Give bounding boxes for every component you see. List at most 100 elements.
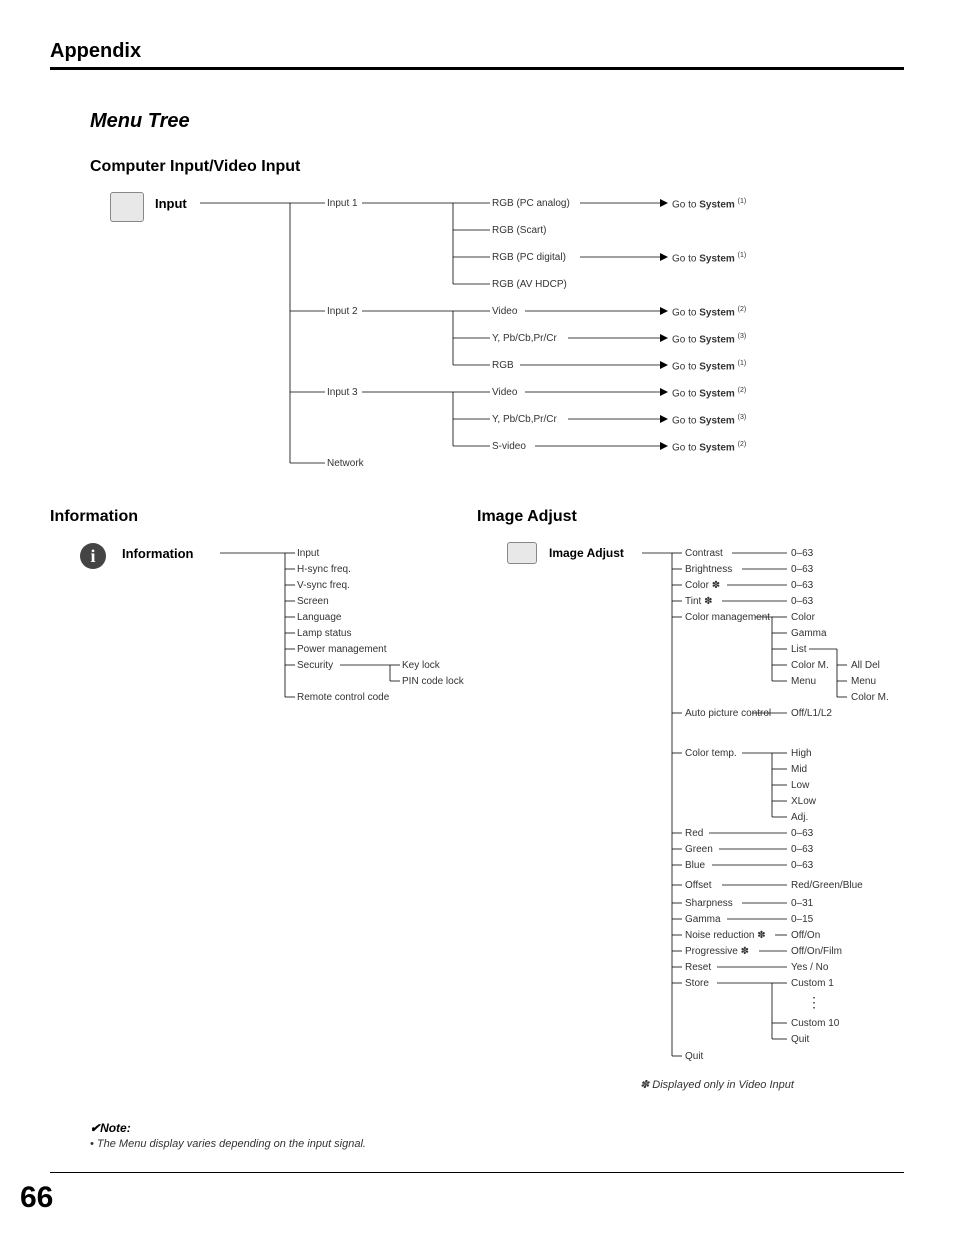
menu-tree-heading: Menu Tree: [90, 110, 904, 133]
goto-system-2: Go to System (1): [672, 252, 746, 264]
footer-rule: [50, 1172, 904, 1173]
rgb-1: RGB: [492, 360, 514, 371]
val-contrast: 0–63: [791, 548, 813, 559]
goto-system-3: Go to System (2): [672, 306, 746, 318]
info-icon: i: [80, 543, 106, 569]
image-adjust-heading: Image Adjust: [477, 508, 904, 526]
cm-alldel: All Del: [851, 660, 880, 671]
ia-gamma: Gamma: [685, 914, 721, 925]
note-text: • The Menu display varies depending on t…: [90, 1138, 904, 1150]
network-label: Network: [327, 458, 364, 469]
val-sharp: 0–31: [791, 898, 813, 909]
ct-high: High: [791, 748, 812, 759]
info-security: Security: [297, 660, 333, 671]
arrow-icon: [660, 361, 668, 369]
ia-brightness: Brightness: [685, 564, 732, 575]
ct-adj: Adj.: [791, 812, 808, 823]
goto-system-7: Go to System (3): [672, 414, 746, 426]
ia-contrast: Contrast: [685, 548, 723, 559]
val-noise: Off/On: [791, 930, 820, 941]
input-icon: [110, 192, 144, 222]
arrow-icon: [660, 253, 668, 261]
cm-colorm: Color M.: [791, 660, 829, 671]
ia-store: Store: [685, 978, 709, 989]
info-screen: Screen: [297, 596, 329, 607]
ia-reset: Reset: [685, 962, 711, 973]
cm-colorm2: Color M.: [851, 692, 889, 703]
note-heading: ✔Note:: [90, 1121, 904, 1135]
goto-system-6: Go to System (2): [672, 387, 746, 399]
info-language: Language: [297, 612, 342, 623]
ia-color-temp: Color temp.: [685, 748, 737, 759]
val-gamma: 0–15: [791, 914, 813, 925]
val-reset: Yes / No: [791, 962, 828, 973]
ia-tint: Tint ✽: [685, 596, 712, 607]
input-root-label: Input: [155, 196, 187, 211]
val-color: 0–63: [791, 580, 813, 591]
info-remote: Remote control code: [297, 692, 389, 703]
ia-green: Green: [685, 844, 713, 855]
cm-list: List: [791, 644, 807, 655]
goto-system-4: Go to System (3): [672, 333, 746, 345]
info-hsync: H-sync freq.: [297, 564, 351, 575]
ia-red: Red: [685, 828, 703, 839]
rgb-pc-analog: RGB (PC analog): [492, 198, 570, 209]
store-dots-icon: ⋮: [807, 994, 821, 1011]
ia-quit: Quit: [685, 1051, 703, 1062]
information-tree-lines: [50, 538, 470, 738]
image-adjust-root: Image Adjust: [549, 546, 624, 560]
val-autopic: Off/L1/L2: [791, 708, 832, 719]
section-computer-video: Computer Input/Video Input: [90, 158, 904, 176]
cm-menu2: Menu: [851, 676, 876, 687]
val-blue: 0–63: [791, 860, 813, 871]
goto-system-5: Go to System (1): [672, 360, 746, 372]
ia-color: Color ✽: [685, 580, 720, 591]
arrow-icon: [660, 442, 668, 450]
store-c10: Custom 10: [791, 1018, 839, 1029]
arrow-icon: [660, 388, 668, 396]
cm-menu: Menu: [791, 676, 816, 687]
arrow-icon: [660, 307, 668, 315]
val-prog: Off/On/Film: [791, 946, 842, 957]
info-input: Input: [297, 548, 319, 559]
goto-system-1: Go to System (1): [672, 198, 746, 210]
input1-label: Input 1: [327, 198, 358, 209]
cm-color: Color: [791, 612, 815, 623]
ypbcb-2: Y, Pb/Cb,Pr/Cr: [492, 414, 557, 425]
info-pinlock: PIN code lock: [402, 676, 464, 687]
ct-low: Low: [791, 780, 809, 791]
ct-mid: Mid: [791, 764, 807, 775]
val-tint: 0–63: [791, 596, 813, 607]
input2-label: Input 2: [327, 306, 358, 317]
footnote-displayed-only: ✽ Displayed only in Video Input: [640, 1078, 904, 1091]
rgb-scart: RGB (Scart): [492, 225, 546, 236]
video-2: Video: [492, 387, 517, 398]
cm-gamma: Gamma: [791, 628, 827, 639]
info-vsync: V-sync freq.: [297, 580, 350, 591]
ia-progressive: Progressive ✽: [685, 946, 749, 957]
ia-sharpness: Sharpness: [685, 898, 733, 909]
arrow-icon: [660, 199, 668, 207]
info-keylock: Key lock: [402, 660, 440, 671]
image-adjust-icon: [507, 542, 537, 564]
information-heading: Information: [50, 508, 477, 526]
ypbcb-1: Y, Pb/Cb,Pr/Cr: [492, 333, 557, 344]
val-green: 0–63: [791, 844, 813, 855]
ia-color-mgmt: Color management: [685, 612, 770, 623]
ct-xlow: XLow: [791, 796, 816, 807]
info-power: Power management: [297, 644, 387, 655]
ia-noise: Noise reduction ✽: [685, 930, 766, 941]
appendix-heading: Appendix: [50, 40, 904, 70]
val-red: 0–63: [791, 828, 813, 839]
information-root: Information: [122, 546, 194, 561]
video-1: Video: [492, 306, 517, 317]
ia-offset: Offset: [685, 880, 712, 891]
arrow-icon: [660, 334, 668, 342]
store-quit: Quit: [791, 1034, 809, 1045]
val-offset: Red/Green/Blue: [791, 880, 863, 891]
rgb-av-hdcp: RGB (AV HDCP): [492, 279, 567, 290]
goto-system-8: Go to System (2): [672, 441, 746, 453]
ia-auto-picture: Auto picture control: [685, 708, 771, 719]
val-brightness: 0–63: [791, 564, 813, 575]
page-number: 66: [20, 1181, 53, 1215]
